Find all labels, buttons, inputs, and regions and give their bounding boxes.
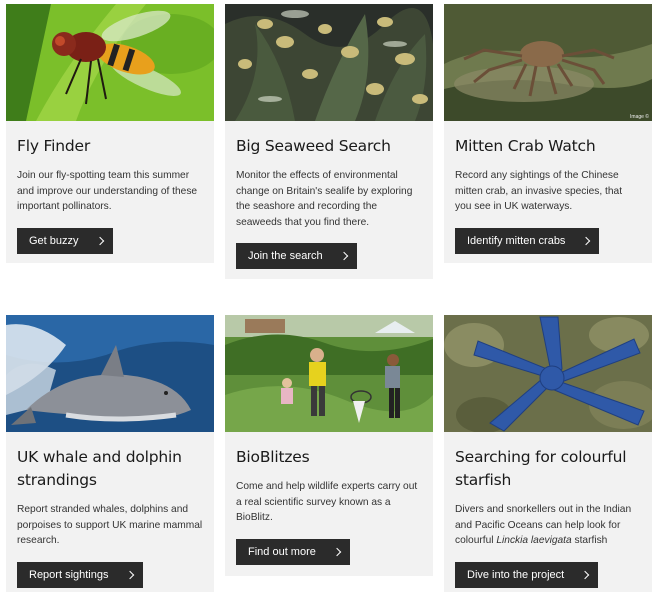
hoverfly-image[interactable] [6,4,214,121]
card-mitten-crab-watch: Image © Mitten Crab Watch Record any sig… [444,4,652,263]
crab-icon [444,4,652,121]
card-description: Join our fly-spotting team this summer a… [17,170,198,213]
card-big-seaweed-search: Big Seaweed Search Monitor the effects o… [225,4,433,279]
chevron-right-icon [580,570,590,580]
bioblitz-icon [225,315,433,432]
starfish-icon [444,315,652,432]
card-title: UK whale and dolphin strandings [17,448,182,489]
button-label: Identify mitten crabs [467,234,566,247]
card-description: Monitor the effects of environmental cha… [236,170,413,228]
button-label: Find out more [248,545,316,558]
chevron-right-icon [95,236,104,246]
card-fly-finder: Fly Finder Join our fly-spotting team th… [6,4,214,263]
card-title: Big Seaweed Search [236,137,391,155]
card-title: Searching for colourful starfish [455,448,627,489]
button-label: Dive into the project [467,568,565,581]
card-title: Fly Finder [17,137,90,155]
card-bioblitzes: BioBlitzes Come and help wildlife expert… [225,315,433,576]
card-description: Report stranded whales, dolphins and por… [17,504,203,547]
join-the-search-button[interactable]: Join the search [236,243,357,270]
species-name: Linckia laevigata [496,535,572,547]
image-credit: Image © [630,114,649,120]
button-label: Report sightings [29,568,109,581]
card-colourful-starfish: Searching for colourful starfish Divers … [444,315,652,592]
chevron-right-icon [332,547,342,557]
card-description: Record any sightings of the Chinese mitt… [455,170,623,213]
description-text-end: starfish [571,535,608,547]
hoverfly-icon [6,4,214,121]
get-buzzy-button[interactable]: Get buzzy [17,227,113,254]
chevron-right-icon [125,570,134,580]
dive-into-the-project-button[interactable]: Dive into the project [455,561,599,588]
chevron-right-icon [582,236,591,246]
dolphin-image[interactable] [6,315,214,432]
bioblitz-image[interactable] [225,315,433,432]
crab-image[interactable]: Image © [444,4,652,121]
chevron-right-icon [339,252,348,261]
seaweed-icon [225,4,433,121]
report-sightings-button[interactable]: Report sightings [17,561,143,588]
identify-mitten-crabs-button[interactable]: Identify mitten crabs [455,227,600,254]
card-description: Come and help wildlife experts carry out… [236,481,418,524]
card-title: Mitten Crab Watch [455,137,596,155]
button-label: Join the search [248,250,323,263]
dolphin-icon [6,315,214,432]
seaweed-image[interactable] [225,4,433,121]
card-title: BioBlitzes [236,448,310,466]
starfish-image[interactable] [444,315,652,432]
button-label: Get buzzy [29,234,79,247]
card-description: Divers and snorkellers out in the Indian… [455,502,641,549]
find-out-more-button[interactable]: Find out more [236,538,350,565]
card-whale-dolphin-strandings: UK whale and dolphin strandings Report s… [6,315,214,592]
